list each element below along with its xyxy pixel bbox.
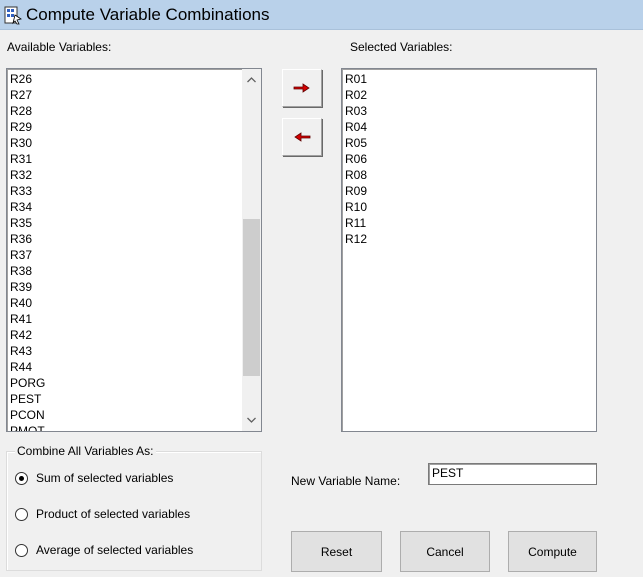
scroll-down-icon[interactable] [242, 411, 261, 429]
radio-button[interactable] [15, 543, 28, 557]
radio-product[interactable]: Product of selected variables [15, 507, 190, 521]
list-item[interactable]: R05 [342, 135, 596, 151]
list-item[interactable]: R11 [342, 215, 596, 231]
list-item[interactable]: R41 [7, 311, 261, 327]
list-item[interactable]: R27 [7, 87, 261, 103]
list-item[interactable]: R43 [7, 343, 261, 359]
list-item[interactable]: R36 [7, 231, 261, 247]
list-item[interactable]: R10 [342, 199, 596, 215]
list-item[interactable]: R39 [7, 279, 261, 295]
new-variable-label: New Variable Name: [291, 474, 401, 488]
list-item[interactable]: PORG [7, 375, 261, 391]
available-variables-list[interactable]: R26 R27 R28 R29 R30 R31 R32 R33 R34 R35 R36 R37 R38 R… [6, 68, 262, 432]
radio-sum[interactable]: Sum of selected variables [15, 471, 173, 485]
radio-average[interactable]: Average of selected variables [15, 543, 193, 557]
list-item[interactable]: R08 [342, 167, 596, 183]
list-item[interactable]: R44 [7, 359, 261, 375]
list-item[interactable]: R35 [7, 215, 261, 231]
selected-variables-list[interactable]: R01 R02 R03 R04 R05 R06 R08 R09 R10 R11 R12 [341, 68, 597, 432]
reset-button[interactable]: Reset [291, 531, 382, 572]
list-item[interactable]: R34 [7, 199, 261, 215]
list-item[interactable]: PMOT [7, 423, 261, 431]
scroll-thumb[interactable] [243, 219, 260, 376]
list-item[interactable]: R42 [7, 327, 261, 343]
add-variable-button[interactable] [282, 69, 322, 107]
new-variable-input[interactable]: PEST [428, 463, 597, 485]
list-item[interactable]: R31 [7, 151, 261, 167]
available-variables-label: Available Variables: [7, 40, 112, 54]
list-item[interactable]: R04 [342, 119, 596, 135]
list-item[interactable]: R33 [7, 183, 261, 199]
list-item[interactable]: R28 [7, 103, 261, 119]
arrow-left-icon [294, 132, 311, 142]
list-item[interactable]: R01 [342, 71, 596, 87]
combine-legend: Combine All Variables As: [15, 444, 156, 458]
list-item[interactable]: R12 [342, 231, 596, 247]
remove-variable-button[interactable] [282, 118, 322, 156]
list-item[interactable]: PEST [7, 391, 261, 407]
radio-product-label: Product of selected variables [36, 507, 191, 521]
list-item[interactable]: R40 [7, 295, 261, 311]
combine-groupbox: Combine All Variables As: Sum of selecte… [6, 444, 262, 571]
radio-sum-label: Sum of selected variables [36, 471, 174, 485]
radio-button[interactable] [15, 471, 28, 485]
list-item[interactable]: R03 [342, 103, 596, 119]
arrow-right-icon [293, 83, 310, 93]
compute-button[interactable]: Compute [508, 531, 597, 572]
selected-variables-label: Selected Variables: [350, 40, 453, 54]
radio-average-label: Average of selected variables [36, 543, 194, 557]
radio-button[interactable] [15, 507, 28, 521]
list-item[interactable]: R30 [7, 135, 261, 151]
scroll-up-icon[interactable] [242, 71, 261, 89]
app-icon [4, 6, 22, 25]
list-item[interactable]: R26 [7, 71, 261, 87]
cancel-button[interactable]: Cancel [400, 531, 490, 572]
list-item[interactable]: R06 [342, 151, 596, 167]
list-item[interactable]: R37 [7, 247, 261, 263]
list-item[interactable]: R38 [7, 263, 261, 279]
list-item[interactable]: R29 [7, 119, 261, 135]
list-item[interactable]: R02 [342, 87, 596, 103]
title-bar: Compute Variable Combinations [0, 0, 643, 30]
list-item[interactable]: PCON [7, 407, 261, 423]
list-item[interactable]: R09 [342, 183, 596, 199]
window-title: Compute Variable Combinations [26, 5, 270, 24]
available-scrollbar[interactable] [242, 69, 261, 431]
list-item[interactable]: R32 [7, 167, 261, 183]
